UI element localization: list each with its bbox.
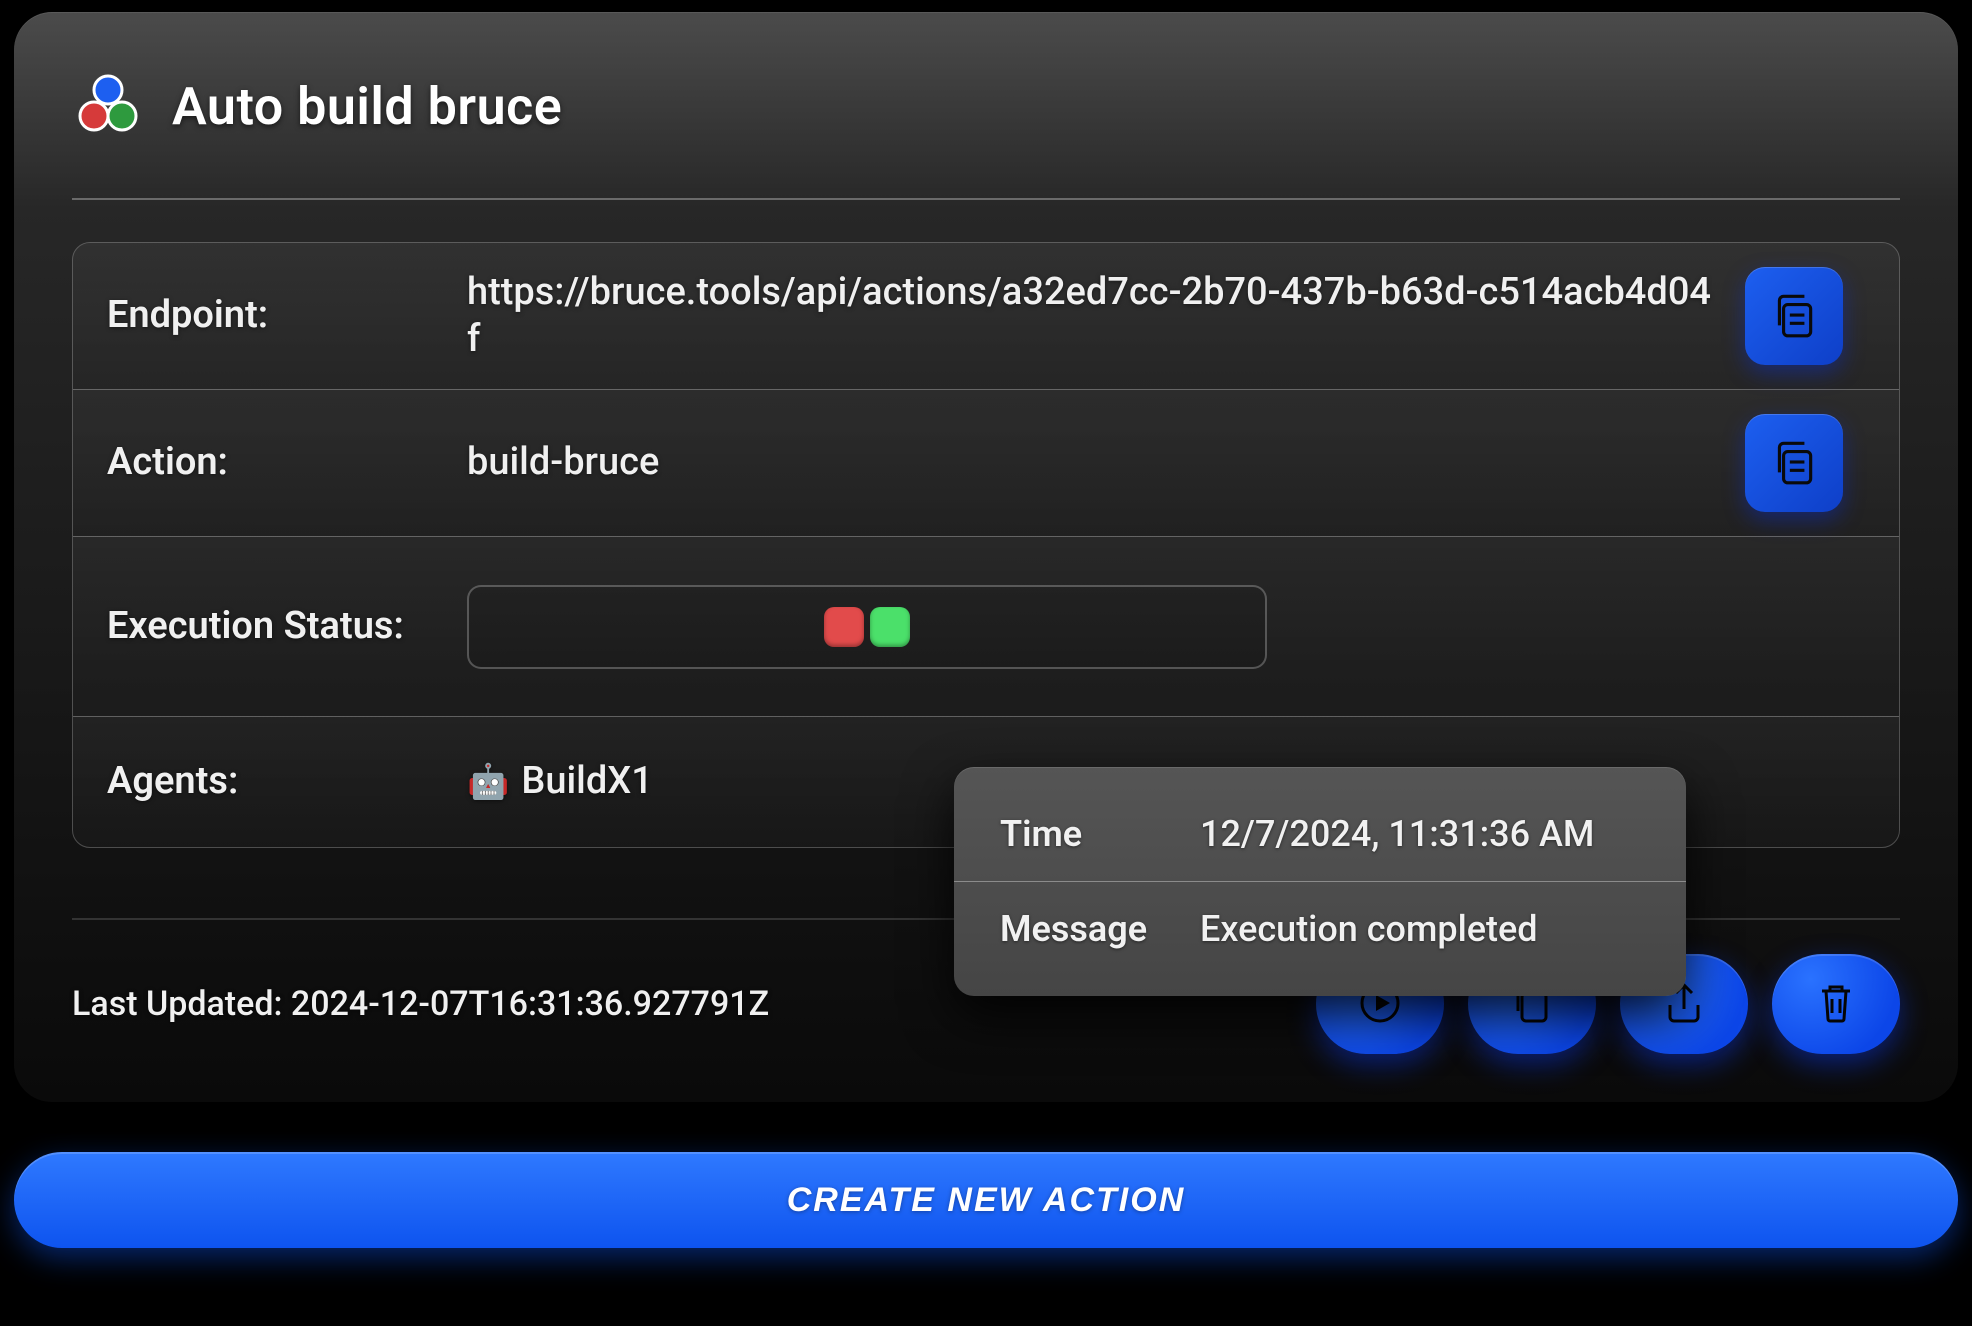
row-execution-status: Execution Status: bbox=[73, 537, 1899, 717]
page-title: Auto build bruce bbox=[172, 76, 562, 137]
last-updated-value: 2024-12-07T16:31:36.927791Z bbox=[291, 984, 769, 1024]
status-popover: Time 12/7/2024, 11:31:36 AM Message Exec… bbox=[954, 767, 1686, 996]
popover-message-row: Message Execution completed bbox=[954, 882, 1686, 976]
endpoint-label: Endpoint: bbox=[107, 294, 467, 338]
copy-icon bbox=[1769, 437, 1819, 490]
popover-time-value: 12/7/2024, 11:31:36 AM bbox=[1200, 813, 1640, 855]
copy-action-button[interactable] bbox=[1745, 414, 1843, 512]
last-updated-text: Last Updated: 2024-12-07T16:31:36.927791… bbox=[72, 984, 769, 1024]
last-updated-prefix: Last Updated: bbox=[72, 984, 291, 1024]
action-info-table: Endpoint: https://bruce.tools/api/action… bbox=[72, 242, 1900, 848]
agent-name: BuildX1 bbox=[521, 758, 653, 806]
popover-message-value: Execution completed bbox=[1200, 908, 1640, 950]
trash-icon bbox=[1812, 979, 1860, 1030]
popover-message-label: Message bbox=[1000, 908, 1200, 950]
execution-status-label: Execution Status: bbox=[107, 605, 467, 649]
action-value: build-bruce bbox=[467, 439, 1745, 487]
status-pill-green[interactable] bbox=[870, 607, 910, 647]
delete-button[interactable] bbox=[1772, 954, 1900, 1054]
action-card: Auto build bruce Endpoint: https://bruce… bbox=[14, 12, 1958, 1102]
app-logo-icon bbox=[72, 70, 144, 142]
action-label: Action: bbox=[107, 441, 467, 485]
copy-icon bbox=[1769, 290, 1819, 343]
row-action: Action: build-bruce bbox=[73, 390, 1899, 537]
agents-label: Agents: bbox=[107, 760, 467, 804]
execution-status-box bbox=[467, 585, 1267, 669]
copy-endpoint-button[interactable] bbox=[1745, 267, 1843, 365]
popover-time-label: Time bbox=[1000, 813, 1200, 855]
status-pill-red[interactable] bbox=[824, 607, 864, 647]
endpoint-value: https://bruce.tools/api/actions/a32ed7cc… bbox=[467, 269, 1745, 364]
row-endpoint: Endpoint: https://bruce.tools/api/action… bbox=[73, 243, 1899, 390]
card-header: Auto build bruce bbox=[72, 70, 1900, 200]
create-new-action-button[interactable]: CREATE NEW ACTION bbox=[14, 1152, 1958, 1248]
popover-time-row: Time 12/7/2024, 11:31:36 AM bbox=[954, 787, 1686, 882]
robot-icon: 🤖 bbox=[467, 761, 509, 804]
